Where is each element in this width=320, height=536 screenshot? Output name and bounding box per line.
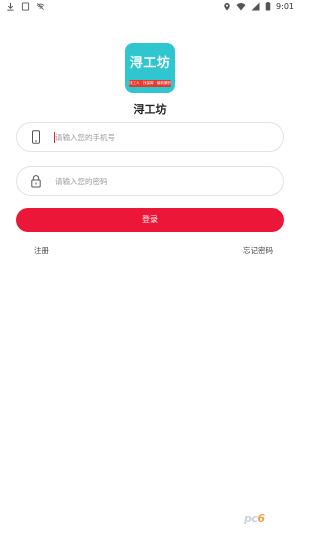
card-icon	[21, 2, 30, 11]
download-icon	[7, 2, 14, 11]
register-link[interactable]: 注册	[34, 245, 49, 256]
watermark-text: pc	[244, 512, 258, 525]
app-name: 浔工坊	[133, 103, 167, 116]
password-field[interactable]	[16, 166, 284, 196]
battery-icon	[265, 2, 271, 11]
watermark-accent: 6	[257, 512, 265, 525]
status-time: 9:01	[276, 2, 294, 11]
phone-field[interactable]	[16, 122, 284, 152]
signal-icon	[251, 2, 260, 11]
app-logo: 浔工坊 找工人 · 找保姆 · 最新兼职	[125, 43, 175, 93]
status-bar: 9:01	[0, 0, 300, 14]
login-button[interactable]: 登录	[16, 208, 284, 232]
location-icon	[224, 2, 230, 11]
logo-band: 找工人 · 找保姆 · 最新兼职	[129, 80, 171, 87]
forgot-password-link[interactable]: 忘记密码	[243, 245, 273, 256]
phone-input[interactable]	[55, 129, 275, 145]
logo-text: 浔工坊	[129, 56, 171, 71]
login-screen: 9:01 浔工坊 找工人 · 找保姆 · 最新兼职 浔工坊 登录 注册 忘记密码…	[0, 0, 300, 536]
status-right-icons: 9:01	[223, 2, 294, 11]
lock-icon	[31, 175, 41, 188]
wifi-icon	[236, 3, 246, 11]
status-left-icons	[6, 2, 45, 11]
watermark-logo: pc6	[244, 512, 265, 525]
wifi-off-icon	[36, 3, 45, 10]
password-input[interactable]	[55, 173, 275, 189]
phone-icon	[32, 130, 40, 144]
